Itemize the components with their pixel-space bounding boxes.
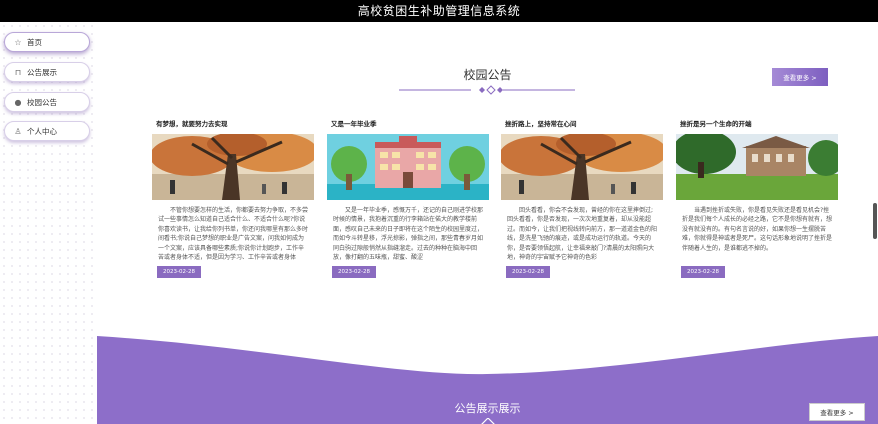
view-more-label: 查看更多 > [820, 409, 854, 417]
card-image [676, 134, 838, 200]
sidebar-item-label: 校园公告 [27, 97, 57, 107]
card-date: 2023-02-28 [332, 266, 376, 278]
card-image [327, 134, 489, 200]
card-date: 2023-02-28 [506, 266, 550, 278]
card-title: 又是一年毕业季 [331, 120, 377, 128]
info-icon: ● [14, 97, 22, 107]
sidebar-item-label: 首页 [27, 37, 42, 47]
app-title-bar: 高校贫困生补助管理信息系统 [0, 0, 878, 22]
diamond-icon [481, 418, 495, 424]
card-title: 挫折是另一个生命的开端 [680, 120, 752, 128]
sidebar-item-home[interactable]: ☆ 首页 [4, 32, 90, 52]
sidebar-item-label: 公告展示 [27, 67, 57, 77]
card-title: 挫折路上，坚持常在心间 [505, 120, 577, 128]
card-title: 有梦想，就要努力去实现 [156, 120, 228, 128]
card-image [152, 134, 314, 200]
sidebar-item-notice-display[interactable]: ⊓ 公告展示 [4, 62, 90, 82]
star-icon: ☆ [14, 37, 22, 47]
section-title: 校园公告 [463, 68, 512, 82]
sidebar-item-campus-notice[interactable]: ● 校园公告 [4, 92, 90, 112]
card-text: 不管你想要怎样的生活，你都要去努力争取，不多尝试一些事情怎么知道自己适合什么、不… [158, 207, 309, 262]
notice-card[interactable]: 又是一年毕业季 又是一年毕业季，感慨万千，还记的自己刚进学校那时候的情景，我抱着… [327, 114, 489, 290]
card-image [501, 134, 663, 200]
showcase-view-more-button[interactable]: 查看更多 > [809, 403, 865, 421]
user-icon: ♙ [14, 126, 22, 136]
notice-card[interactable]: 挫折路上，坚持常在心间 回头看看，你会不会发现，曾经的你在这里摔倒过;回头看看，… [501, 114, 663, 290]
sidebar: ☆ 首页 ⊓ 公告展示 ● 校园公告 ♙ 个人中心 [0, 22, 97, 424]
card-date: 2023-02-28 [681, 266, 725, 278]
card-text: 当遇到挫折或失败，你是看见失败还是看见机会?挫折是我们每个人成长的必经之路，它不… [682, 207, 833, 252]
card-text: 又是一年毕业季，感慨万千，还记的自己刚进学校那时候的情景，我抱着沉重的行李箱站在… [333, 207, 484, 262]
sidebar-item-personal-center[interactable]: ♙ 个人中心 [4, 121, 90, 141]
app-title: 高校贫困生补助管理信息系统 [357, 4, 521, 18]
notice-card[interactable]: 有梦想，就要努力去实现 不管你想要怎样的生活，你都要去努力争取，不多尝试一些事情… [152, 114, 314, 290]
notice-card[interactable]: 挫折是另一个生命的开端 当遇到挫折或失败，你是看见失败还是看见机会?挫折是我们每… [676, 114, 838, 290]
showcase-section-title: 公告展示展示 [454, 402, 521, 415]
card-text: 回头看看，你会不会发现，曾经的你在这里摔倒过;回头看看，你是否发现，一次次地重复… [507, 207, 658, 262]
sidebar-item-label: 个人中心 [27, 126, 57, 136]
view-more-button[interactable]: 查看更多 > [772, 68, 828, 86]
view-more-label: 查看更多 > [783, 74, 817, 82]
title-divider [399, 85, 575, 95]
main-content: 校园公告 查看更多 > 有梦想，就要努力去实现 不管你想要怎样的生活，你都要去努… [97, 22, 878, 424]
page-scrollbar[interactable] [873, 203, 877, 239]
card-date: 2023-02-28 [157, 266, 201, 278]
bag-icon: ⊓ [14, 67, 22, 77]
